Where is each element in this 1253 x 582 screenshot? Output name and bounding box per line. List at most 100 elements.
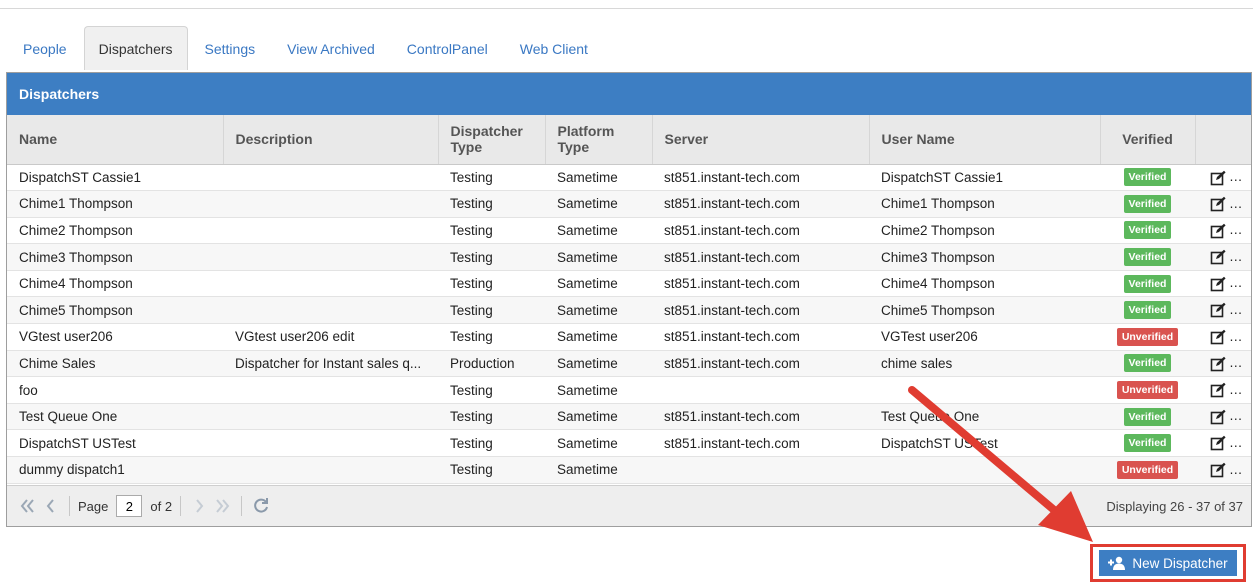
- cell-dispatcher-type: Testing: [438, 190, 545, 218]
- table-row[interactable]: Chime1 Thompson Testing Sametime st851.inst…: [7, 190, 1251, 218]
- cell-actions: [1195, 270, 1251, 298]
- cell-verified: Verified: [1100, 217, 1195, 245]
- cell-description: [223, 403, 438, 431]
- edit-icon[interactable]: [1210, 223, 1226, 239]
- edit-icon[interactable]: [1210, 356, 1226, 372]
- first-page-icon[interactable]: [17, 495, 39, 517]
- table-row[interactable]: Chime Sales Dispatcher for Instant sales …: [7, 350, 1251, 378]
- cell-platform-type: Sametime: [545, 429, 652, 458]
- pagination-toolbar: Page of 2 Displaying 26 - 37 of 37: [7, 485, 1251, 526]
- cell-server: [652, 376, 869, 404]
- last-page-icon[interactable]: [211, 495, 233, 517]
- tab-web-client[interactable]: Web Client: [505, 26, 603, 70]
- column-header-description[interactable]: Description: [223, 115, 439, 165]
- cell-user-name: Chime5 Thompson: [869, 296, 1100, 325]
- status-badge: Verified: [1123, 434, 1172, 453]
- table-row[interactable]: Chime4 Thompson Testing Sametime st851.inst…: [7, 270, 1251, 298]
- table-row[interactable]: Chime3 Thompson Testing Sametime st851.inst…: [7, 243, 1251, 271]
- pager-separator: [69, 496, 70, 516]
- new-dispatcher-label: New Dispatcher: [1132, 555, 1228, 571]
- cell-server: st851.instant-tech.com: [652, 270, 869, 298]
- edit-icon[interactable]: [1210, 196, 1226, 212]
- status-badge: Verified: [1123, 407, 1172, 426]
- tab-dispatchers[interactable]: Dispatchers: [83, 26, 188, 70]
- table-row[interactable]: Chime5 Thompson Testing Sametime st851.inst…: [7, 296, 1251, 325]
- cell-dispatcher-type: Testing: [438, 164, 545, 192]
- cell-platform-type: Sametime: [545, 323, 652, 351]
- edit-icon[interactable]: [1210, 249, 1226, 265]
- cell-description: [223, 376, 438, 404]
- cell-verified: Verified: [1100, 164, 1195, 192]
- status-badge: Unverified: [1116, 460, 1179, 479]
- column-header-user-name[interactable]: User Name: [869, 115, 1101, 165]
- edit-icon[interactable]: [1210, 409, 1226, 425]
- cell-platform-type: Sametime: [545, 164, 652, 192]
- cell-server: st851.instant-tech.com: [652, 296, 869, 325]
- table-header-row: Name Description Dispatcher Type Platfor…: [7, 115, 1251, 165]
- cell-platform-type: Sametime: [545, 456, 652, 484]
- edit-icon[interactable]: [1210, 276, 1226, 292]
- new-dispatcher-button[interactable]: New Dispatcher: [1099, 550, 1237, 576]
- column-header-platform-type[interactable]: Platform Type: [545, 115, 653, 165]
- dispatchers-panel: Dispatchers Name Description Dispatcher …: [6, 72, 1252, 527]
- cell-description: [223, 296, 438, 325]
- table-row[interactable]: VGtest user206 VGtest user206 edit Testing…: [7, 323, 1251, 351]
- page-number-input[interactable]: [116, 495, 143, 517]
- prev-page-icon[interactable]: [39, 495, 61, 517]
- annotation-highlight-box: New Dispatcher: [1090, 544, 1246, 582]
- column-header-dispatcher-type[interactable]: Dispatcher Type: [438, 115, 546, 165]
- table-row[interactable]: foo Testing Sametime Unverified: [7, 376, 1251, 404]
- tab-view-archived[interactable]: View Archived: [272, 26, 390, 70]
- status-badge: Verified: [1123, 194, 1172, 213]
- cell-verified: Verified: [1100, 296, 1195, 325]
- cell-name: Chime5 Thompson: [7, 296, 223, 325]
- cell-name: Chime3 Thompson: [7, 243, 223, 271]
- cell-dispatcher-type: Testing: [438, 323, 545, 351]
- cell-actions: [1195, 243, 1251, 271]
- cell-description: [223, 190, 438, 218]
- cell-server: [652, 456, 869, 484]
- edit-icon[interactable]: [1210, 170, 1226, 186]
- edit-icon[interactable]: [1210, 462, 1226, 478]
- refresh-icon[interactable]: [250, 495, 272, 517]
- cell-actions: [1195, 376, 1251, 404]
- cell-name: Chime Sales: [7, 350, 223, 378]
- table-row[interactable]: Chime2 Thompson Testing Sametime st851.inst…: [7, 217, 1251, 245]
- cell-user-name: Chime1 Thompson: [869, 190, 1100, 218]
- column-header-name[interactable]: Name: [7, 115, 224, 165]
- cell-server: st851.instant-tech.com: [652, 217, 869, 245]
- cell-dispatcher-type: Testing: [438, 270, 545, 298]
- tab-controlpanel[interactable]: ControlPanel: [392, 26, 503, 70]
- table-row[interactable]: DispatchST USTest Testing Sametime st851.in…: [7, 429, 1251, 458]
- table-row[interactable]: dummy dispatch1 Testing Sametime Unverified: [7, 456, 1251, 484]
- cell-user-name: Chime4 Thompson: [869, 270, 1100, 298]
- cell-platform-type: Sametime: [545, 243, 652, 271]
- next-page-icon[interactable]: [189, 495, 211, 517]
- column-header-verified[interactable]: Verified: [1100, 115, 1196, 165]
- page-total: of 2: [150, 498, 173, 514]
- tab-people[interactable]: People: [8, 26, 82, 70]
- edit-icon[interactable]: [1210, 302, 1226, 318]
- cell-description: [223, 429, 438, 458]
- status-badge: Verified: [1123, 248, 1172, 267]
- edit-icon[interactable]: [1210, 329, 1226, 345]
- edit-icon[interactable]: [1210, 435, 1226, 451]
- tab-settings[interactable]: Settings: [190, 26, 271, 70]
- cell-server: st851.instant-tech.com: [652, 429, 869, 458]
- edit-icon[interactable]: [1210, 382, 1226, 398]
- table-row[interactable]: DispatchST Cassie1 Testing Sametime st851.i…: [7, 164, 1251, 192]
- status-badge: Verified: [1123, 274, 1172, 293]
- cell-platform-type: Sametime: [545, 270, 652, 298]
- cell-actions: [1195, 296, 1251, 325]
- cell-name: dummy dispatch1: [7, 456, 223, 484]
- add-user-icon: [1108, 556, 1126, 570]
- cell-name: Test Queue One: [7, 403, 223, 431]
- panel-title: Dispatchers: [7, 73, 1251, 115]
- cell-server: st851.instant-tech.com: [652, 323, 869, 351]
- cell-dispatcher-type: Testing: [438, 217, 545, 245]
- cell-server: st851.instant-tech.com: [652, 243, 869, 271]
- cell-name: DispatchST USTest: [7, 429, 223, 458]
- column-header-server[interactable]: Server: [652, 115, 870, 165]
- table-row[interactable]: Test Queue One Testing Sametime st851.insta…: [7, 403, 1251, 431]
- cell-server: st851.instant-tech.com: [652, 350, 869, 378]
